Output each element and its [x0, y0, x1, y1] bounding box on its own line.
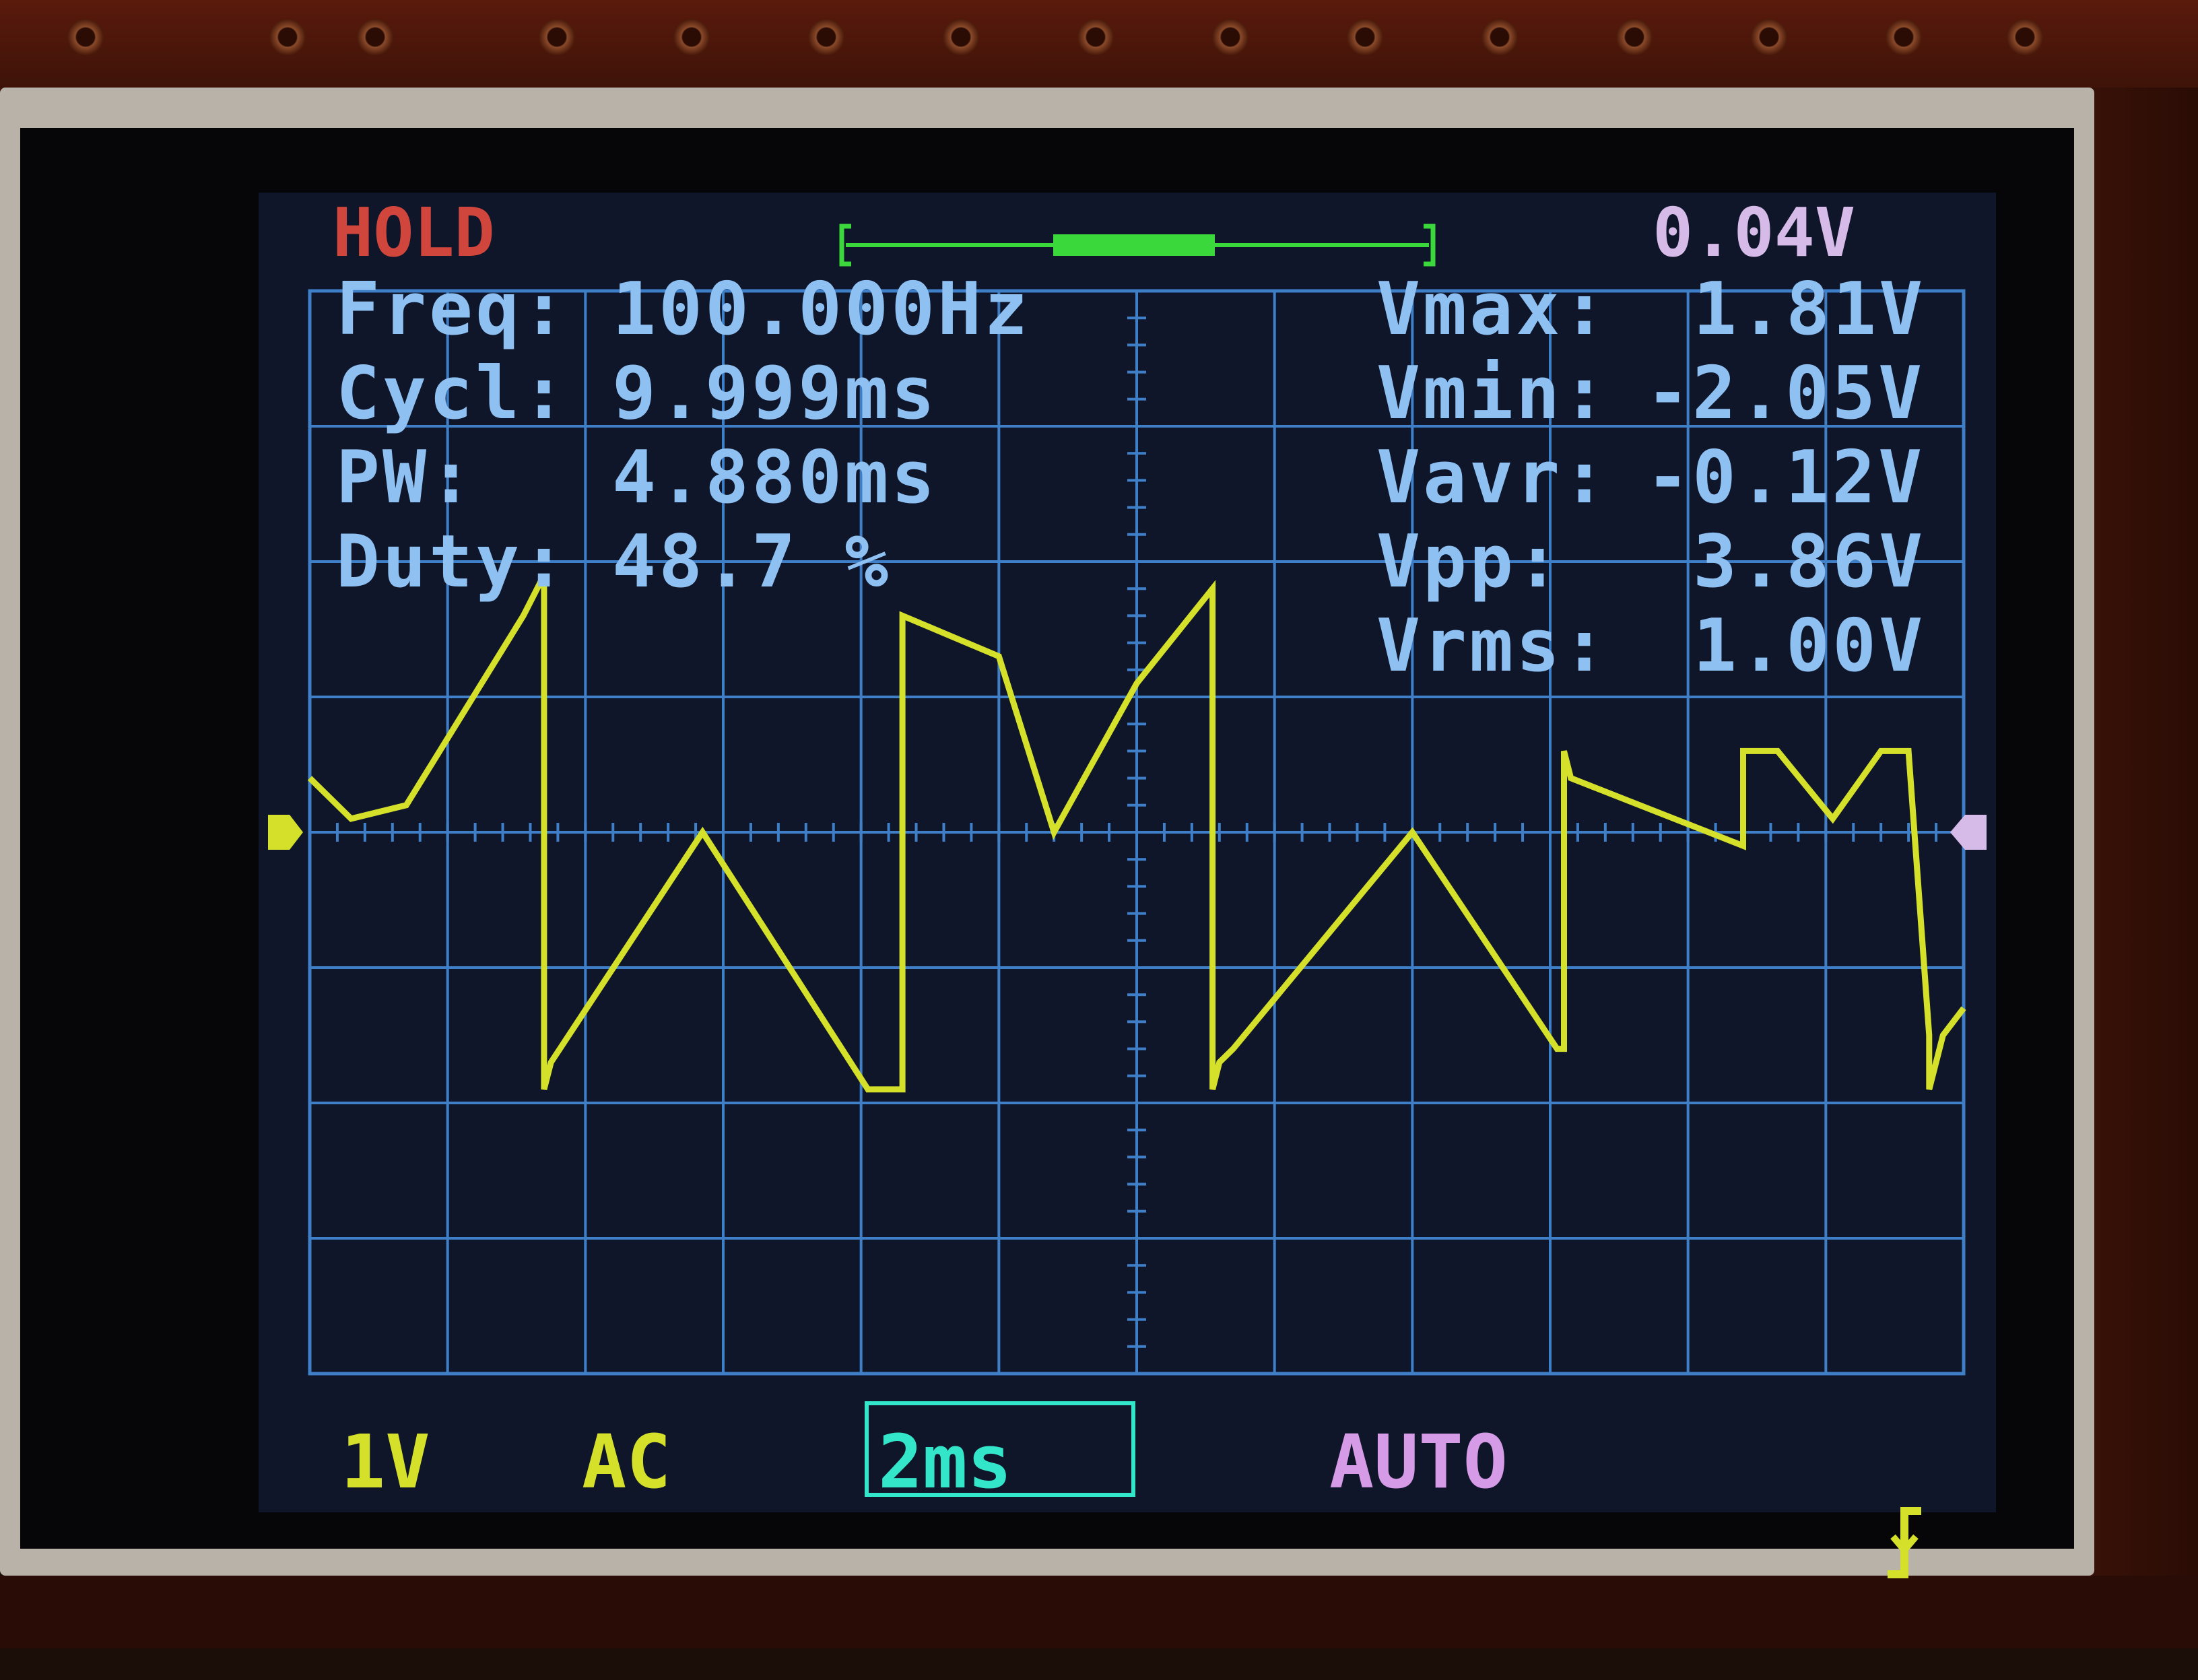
freq-label: Freq:: [336, 267, 569, 351]
pcb-via: [943, 19, 979, 55]
coupling-setting[interactable]: AC: [582, 1425, 671, 1499]
cycle-label: Cycl:: [336, 351, 569, 436]
pulse-width-label: PW:: [336, 436, 476, 520]
hold-status[interactable]: HOLD: [333, 199, 495, 267]
pcb-via: [1212, 19, 1248, 55]
pcb-via: [1751, 19, 1787, 55]
vavr-label: Vavr:: [1376, 436, 1609, 520]
volts-per-div-setting[interactable]: 1V: [341, 1425, 430, 1499]
vmin-value: -2.05V: [1646, 351, 1925, 436]
vavr-value: -0.12V: [1646, 436, 1925, 520]
pcb-via: [269, 19, 306, 55]
trigger-mode-setting[interactable]: AUTO: [1329, 1425, 1508, 1499]
buffer-window: [1053, 234, 1215, 256]
pcb-via: [357, 19, 393, 55]
timebase-setting[interactable]: 2ms: [878, 1425, 1012, 1499]
falling-edge-icon[interactable]: [1686, 1425, 1928, 1674]
duty-value: 48.7 %: [612, 520, 892, 604]
vmax-label: Vmax:: [1376, 267, 1609, 351]
pcb-via: [1616, 19, 1653, 55]
pcb-via: [1347, 19, 1383, 55]
trigger-level-readout: 0.04V: [1653, 193, 1856, 272]
cycle-value: 9.999ms: [612, 351, 938, 436]
pcb-via: [2007, 19, 2043, 55]
freq-value: 100.000Hz: [612, 267, 1031, 351]
pcb-via: [1481, 19, 1518, 55]
oscilloscope-screen: HOLD 0.04V Freq: 100.000Hz Cycl: 9.999ms…: [259, 193, 1996, 1578]
ground-level-marker: [268, 815, 303, 850]
vrms-label: Vrms:: [1376, 604, 1609, 688]
pcb-header: [0, 0, 2198, 101]
pcb-via: [67, 19, 104, 55]
vpp-label: Vpp:: [1376, 520, 1563, 604]
trigger-level-marker: [1950, 815, 1987, 850]
pcb-via: [1886, 19, 1922, 55]
vrms-value: 1.00V: [1693, 604, 1926, 688]
buffer-position-indicator[interactable]: [839, 224, 1436, 267]
pcb-via: [808, 19, 844, 55]
vmax-value: 1.81V: [1693, 267, 1926, 351]
duty-label: Duty:: [336, 520, 569, 604]
pcb-via: [673, 19, 710, 55]
pcb-via: [1077, 19, 1114, 55]
vmin-label: Vmin:: [1376, 351, 1609, 436]
vpp-value: 3.86V: [1693, 520, 1926, 604]
pulse-width-value: 4.880ms: [612, 436, 938, 520]
pcb-via: [539, 19, 575, 55]
